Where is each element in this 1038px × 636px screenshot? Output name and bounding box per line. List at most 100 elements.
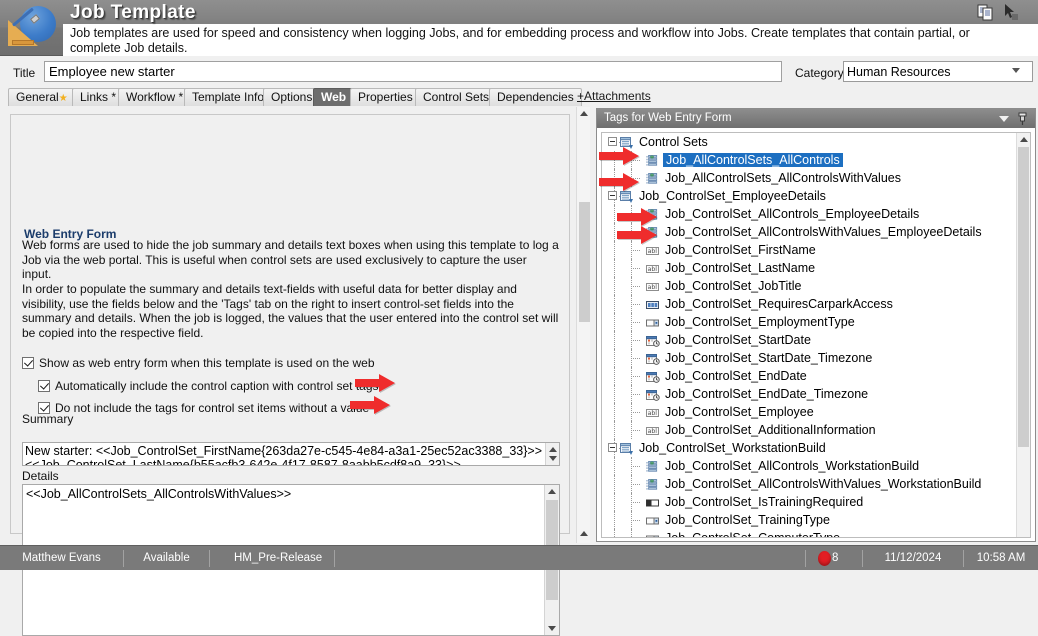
tree-item-label: Job_ControlSet_StartDate: [665, 333, 811, 347]
tree-item[interactable]: Job_ControlSet_ComputerType: [602, 529, 1030, 537]
tree-guide: [614, 511, 615, 529]
tree-scroll-up-button[interactable]: [1017, 133, 1030, 146]
tab-general[interactable]: General★: [8, 88, 76, 106]
tree-guide: [631, 268, 640, 269]
chevron-up-icon: [579, 111, 588, 116]
tab-options[interactable]: Options: [263, 88, 321, 106]
tree-item[interactable]: Job_ControlSet_TrainingType: [602, 511, 1030, 529]
tree-guide: [614, 349, 615, 367]
checkbox-icon[interactable]: [38, 380, 50, 392]
tree-guide: [631, 430, 640, 431]
tree-item-label: Job_ControlSet_EndDate_Timezone: [665, 387, 869, 401]
tree-item[interactable]: Job_ControlSet_IsTrainingRequired: [602, 493, 1030, 511]
checkbox-exclude-empty-tags[interactable]: Do not include the tags for control set …: [38, 401, 369, 415]
tab-workflow[interactable]: Workflow *: [118, 88, 192, 106]
cursor-icon[interactable]: [1002, 3, 1020, 21]
category-select[interactable]: Human Resources: [843, 61, 1033, 82]
copy-icon[interactable]: [976, 3, 994, 21]
left-pane-scroll-up-button[interactable]: [577, 107, 590, 120]
tree-item[interactable]: abl Job_ControlSet_FirstName: [602, 241, 1030, 259]
summary-scroll-down-button[interactable]: [546, 452, 559, 465]
alert-indicator-icon[interactable]: [818, 551, 831, 566]
svg-text:abl: abl: [648, 284, 658, 291]
tree-item-label: Job_ControlSet_IsTrainingRequired: [665, 495, 864, 509]
tree-expander-collapse-icon[interactable]: [608, 443, 617, 452]
tree-item[interactable]: abl Job_ControlSet_AdditionalInformation: [602, 421, 1030, 439]
tree-item[interactable]: * Job_ControlSet_AllControls_EmployeeDeta…: [602, 205, 1030, 223]
pin-icon[interactable]: [1016, 112, 1029, 126]
tree-item[interactable]: Job_ControlSet_StartDate_Timezone: [602, 349, 1030, 367]
chevron-down-icon[interactable]: [999, 116, 1009, 122]
tree-item-icon: [620, 442, 634, 455]
checkbox-include-control-caption[interactable]: Automatically include the control captio…: [38, 379, 379, 393]
details-text: <<Job_AllControlSets_AllControlsWithValu…: [26, 487, 292, 501]
tree-item-icon: abl: [646, 424, 660, 436]
tab-properties[interactable]: Properties: [350, 88, 421, 106]
tree-item[interactable]: * Job_AllControlSets_AllControls: [602, 151, 1030, 169]
tree-item-icon: [646, 388, 660, 401]
tags-tree-scrollbar[interactable]: [1016, 133, 1030, 537]
combobox-icon: [646, 319, 659, 327]
textbox-icon: abl: [646, 265, 659, 273]
tree-item-label: Job_ControlSet_AllControlsWithValues_Emp…: [665, 225, 982, 239]
datetime-icon: [646, 354, 660, 365]
tree-item[interactable]: Job_ControlSet_EndDate_Timezone: [602, 385, 1030, 403]
tab-control-sets[interactable]: Control Sets: [415, 88, 498, 106]
tree-guide: [631, 250, 640, 251]
tags-panel-header: Tags for Web Entry Form: [597, 109, 1035, 128]
left-pane-scrollbar[interactable]: [576, 107, 590, 543]
tree-item[interactable]: * Job_ControlSet_AllControlsWithValues_Em…: [602, 223, 1030, 241]
summary-scrollbar[interactable]: [545, 443, 559, 465]
details-scroll-down-button[interactable]: [545, 622, 559, 635]
tab-label: Workflow *: [126, 90, 184, 104]
tags-tree[interactable]: Control Sets * Job_AllControlSets_AllContr…: [601, 132, 1031, 538]
checkbox-icon[interactable]: [22, 357, 34, 369]
tree-item-icon: [646, 370, 660, 383]
left-pane-scroll-down-button[interactable]: [577, 527, 590, 540]
annotation-arrow-icon: [599, 147, 640, 166]
category-label: Category: [795, 66, 844, 80]
title-input[interactable]: [44, 61, 782, 82]
tree-guide: [614, 205, 615, 223]
attachments-link[interactable]: +Attachments: [577, 89, 651, 103]
tree-item[interactable]: Job_ControlSet_StartDate: [602, 331, 1030, 349]
job-template-window: Job Template Job templates are used for …: [0, 0, 1038, 636]
tree-item[interactable]: * Job_AllControlSets_AllControlsWithValue…: [602, 169, 1030, 187]
summary-textarea[interactable]: New starter: <<Job_ControlSet_FirstName{…: [22, 442, 560, 466]
tab-dependencies[interactable]: Dependencies: [489, 88, 582, 106]
details-label: Details: [22, 469, 59, 483]
tab-links[interactable]: Links *: [72, 88, 125, 106]
tree-item[interactable]: abl Job_ControlSet_JobTitle: [602, 277, 1030, 295]
tree-item[interactable]: abl Job_ControlSet_LastName: [602, 259, 1030, 277]
tree-item[interactable]: Job_ControlSet_EndDate: [602, 367, 1030, 385]
annotation-arrow-icon: [599, 173, 640, 192]
tab-template-info[interactable]: Template Info: [184, 88, 273, 106]
web-form-paragraph-1: Web forms are used to hide the job summa…: [22, 238, 559, 281]
chevron-down-icon: [548, 626, 556, 631]
tree-item[interactable]: * Job_ControlSet_AllControlsWithValues_Wo…: [602, 475, 1030, 493]
tree-item-icon: [646, 334, 660, 347]
svg-text:abl: abl: [648, 266, 658, 273]
tree-item[interactable]: Job_ControlSet_RequiresCarparkAccess: [602, 295, 1030, 313]
alert-count: 8: [832, 552, 839, 564]
status-environment: HM_Pre-Release: [234, 552, 323, 564]
tree-guide: [631, 484, 640, 485]
status-divider: [805, 550, 806, 567]
tree-item[interactable]: Job_ControlSet_EmployeeDetails: [602, 187, 1030, 205]
tree-item[interactable]: Job_ControlSet_WorkstationBuild: [602, 439, 1030, 457]
tree-guide: [631, 358, 640, 359]
details-scroll-up-button[interactable]: [545, 485, 559, 498]
tab-web[interactable]: Web: [313, 88, 355, 106]
title-row: Title Category Human Resources: [0, 60, 1038, 86]
checkbox-show-web-entry-form[interactable]: Show as web entry form when this templat…: [22, 356, 375, 370]
tree-item[interactable]: Control Sets: [602, 133, 1030, 151]
left-pane-scroll-thumb[interactable]: [579, 202, 590, 322]
annotation-arrow-icon: [350, 396, 391, 415]
tree-item[interactable]: abl Job_ControlSet_Employee: [602, 403, 1030, 421]
web-form-paragraph-2: In order to populate the summary and det…: [22, 282, 559, 340]
tags-panel: Tags for Web Entry Form Control Sets * Job…: [596, 108, 1036, 542]
tree-item[interactable]: Job_ControlSet_EmploymentType: [602, 313, 1030, 331]
tree-item[interactable]: * Job_ControlSet_AllControls_WorkstationB…: [602, 457, 1030, 475]
tree-expander-collapse-icon[interactable]: [608, 137, 617, 146]
tree-scroll-thumb[interactable]: [1018, 147, 1029, 447]
